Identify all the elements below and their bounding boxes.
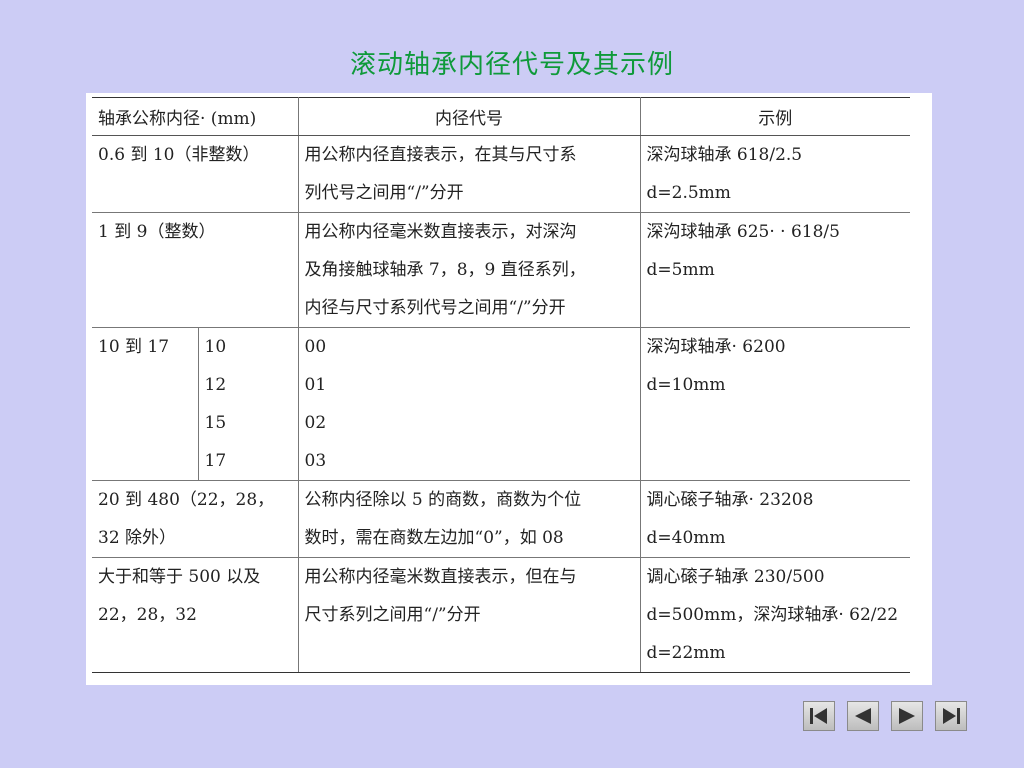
- header-code: 内径代号: [298, 97, 641, 136]
- sub-bore: 12: [204, 375, 227, 395]
- skip-to-first-icon: [810, 708, 827, 724]
- bore-cell: 1 到 9（整数）: [92, 212, 299, 328]
- bore-code-table: 轴承公称内径· (mm) 内径代号 示例 0.6 到 10（非整数） 用公称内径…: [92, 97, 910, 673]
- code-line: 内径与尺寸系列代号之间用“/”分开: [304, 298, 566, 318]
- example-line: 调心磙子轴承· 23208: [646, 490, 814, 510]
- example-cell: 调心磙子轴承· 23208 d=40mm: [640, 480, 910, 558]
- code-cell: 用公称内径毫米数直接表示，但在与 尺寸系列之间用“/”分开: [298, 557, 641, 673]
- next-slide-button[interactable]: [891, 701, 923, 731]
- table-row: 0.6 到 10（非整数） 用公称内径直接表示，在其与尺寸系 列代号之间用“/”…: [92, 135, 910, 213]
- example-line: 深沟球轴承 625· · 618/5: [646, 222, 840, 242]
- bore-cell: 0.6 到 10（非整数）: [92, 135, 299, 213]
- bore-text: 1 到 9（整数）: [98, 222, 216, 242]
- sub-bore: 10: [204, 337, 227, 357]
- example-line: 深沟球轴承· 6200: [646, 337, 786, 357]
- last-slide-button[interactable]: [935, 701, 967, 731]
- example-line: d=22mm: [646, 643, 726, 663]
- example-cell: 深沟球轴承 625· · 618/5 d=5mm: [640, 212, 910, 328]
- table-row: 大于和等于 500 以及 22，28，32 用公称内径毫米数直接表示，但在与 尺…: [92, 557, 910, 673]
- code-cell: 用公称内径毫米数直接表示，对深沟 及角接触球轴承 7，8，9 直径系列， 内径与…: [298, 212, 641, 328]
- bore-code-table-panel: 轴承公称内径· (mm) 内径代号 示例 0.6 到 10（非整数） 用公称内径…: [86, 93, 932, 685]
- previous-slide-button[interactable]: [847, 701, 879, 731]
- bore-text: 32 除外）: [98, 528, 177, 548]
- bore-cell: 10 到 17: [92, 327, 199, 481]
- code-line: 用公称内径毫米数直接表示，对深沟: [304, 222, 577, 242]
- bore-text: 0.6 到 10（非整数）: [98, 145, 260, 165]
- header-example: 示例: [640, 97, 910, 136]
- example-line: d=500mm，深沟球轴承· 62/22: [646, 605, 899, 625]
- code-line: 列代号之间用“/”分开: [304, 183, 464, 203]
- bore-text: 20 到 480（22，28，: [98, 490, 275, 510]
- code-line: 用公称内径直接表示，在其与尺寸系: [304, 145, 577, 165]
- example-cell: 深沟球轴承· 6200 d=10mm: [640, 327, 910, 481]
- triangle-right-icon: [899, 708, 915, 724]
- code-cell: 00 01 02 03: [298, 327, 641, 481]
- skip-to-last-icon: [943, 708, 960, 724]
- code-cell: 公称内径除以 5 的商数，商数为个位 数时，需在商数左边加“0”，如 08: [298, 480, 641, 558]
- example-line: 调心磙子轴承 230/500: [646, 567, 825, 587]
- bore-cell: 大于和等于 500 以及 22，28，32: [92, 557, 299, 673]
- example-line: d=10mm: [646, 375, 726, 395]
- table-row: 1 到 9（整数） 用公称内径毫米数直接表示，对深沟 及角接触球轴承 7，8，9…: [92, 212, 910, 328]
- example-cell: 深沟球轴承 618/2.5 d=2.5mm: [640, 135, 910, 213]
- code-line: 用公称内径毫米数直接表示，但在与: [304, 567, 577, 587]
- bore-cell: 20 到 480（22，28， 32 除外）: [92, 480, 299, 558]
- slide-navigation: [803, 701, 967, 731]
- code-line: 及角接触球轴承 7，8，9 直径系列，: [304, 260, 586, 280]
- table-row: 20 到 480（22，28， 32 除外） 公称内径除以 5 的商数，商数为个…: [92, 480, 910, 558]
- example-line: d=2.5mm: [646, 183, 731, 203]
- code-line: 尺寸系列之间用“/”分开: [304, 605, 481, 625]
- code-line: 数时，需在商数左边加“0”，如 08: [304, 528, 564, 548]
- sub-bore-cell: 10 12 15 17: [198, 327, 299, 481]
- bore-text: 大于和等于 500 以及: [98, 567, 261, 587]
- code-cell: 用公称内径直接表示，在其与尺寸系 列代号之间用“/”分开: [298, 135, 641, 213]
- table-row: 10 到 17 10 12 15 17 00 01 02 03 深沟球轴承· 6…: [92, 327, 910, 481]
- code-value: 01: [304, 375, 327, 395]
- bore-text: 22，28，32: [98, 605, 197, 625]
- code-line: 公称内径除以 5 的商数，商数为个位: [304, 490, 582, 510]
- table-header-row: 轴承公称内径· (mm) 内径代号 示例: [92, 97, 910, 136]
- slide-title: 滚动轴承内径代号及其示例: [349, 50, 674, 80]
- first-slide-button[interactable]: [803, 701, 835, 731]
- sub-bore: 15: [204, 413, 227, 433]
- example-cell: 调心磙子轴承 230/500 d=500mm，深沟球轴承· 62/22 d=22…: [640, 557, 910, 673]
- example-line: d=40mm: [646, 528, 726, 548]
- example-line: d=5mm: [646, 260, 715, 280]
- sub-bore: 17: [204, 451, 227, 471]
- bore-text: 10 到 17: [98, 337, 170, 357]
- example-line: 深沟球轴承 618/2.5: [646, 145, 803, 165]
- code-value: 03: [304, 451, 327, 471]
- code-value: 02: [304, 413, 327, 433]
- code-value: 00: [304, 337, 327, 357]
- triangle-left-icon: [855, 708, 871, 724]
- header-bore: 轴承公称内径· (mm): [92, 97, 299, 136]
